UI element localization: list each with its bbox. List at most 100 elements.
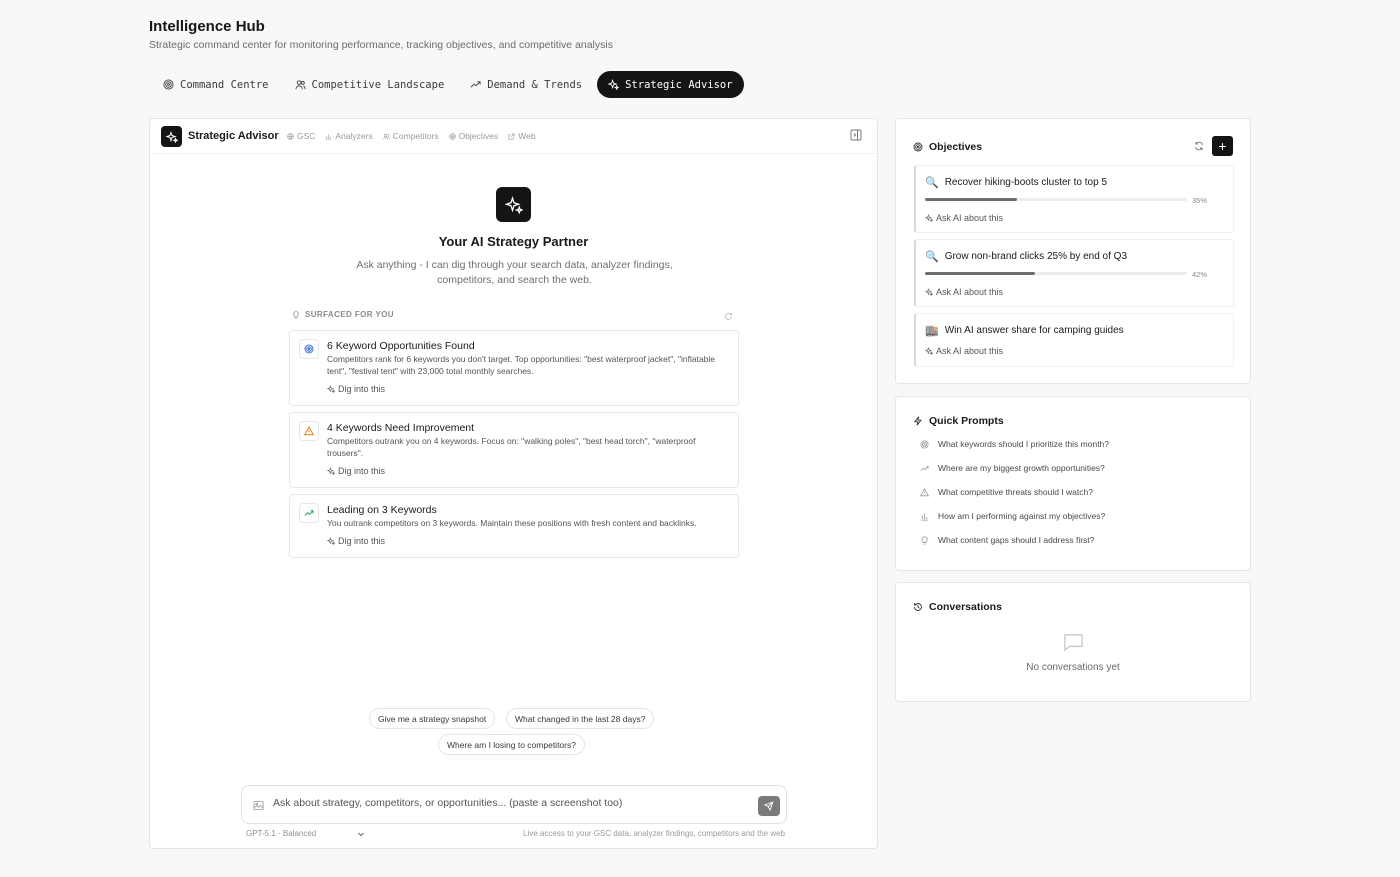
progress-fill bbox=[925, 198, 1017, 201]
progress-fill bbox=[925, 272, 1036, 275]
quick-prompt-item[interactable]: Where are my biggest growth opportunitie… bbox=[920, 463, 1105, 473]
quick-prompt-item[interactable]: What competitive threats should I watch? bbox=[920, 487, 1093, 497]
objective-progress-bar bbox=[925, 272, 1187, 275]
source-chip-web: Web bbox=[508, 131, 536, 141]
quick-prompt-item[interactable]: What content gaps should I address first… bbox=[920, 535, 1094, 545]
send-button[interactable] bbox=[758, 796, 780, 816]
objective-card[interactable]: 🔍 Grow non-brand clicks 25% by end of Q3… bbox=[914, 239, 1234, 307]
trending-up-icon bbox=[304, 510, 314, 516]
insight-description: Competitors rank for 6 keywords you don'… bbox=[327, 354, 716, 376]
insight-title: 4 Keywords Need Improvement bbox=[327, 422, 475, 434]
target-icon bbox=[163, 79, 174, 90]
trending-up-icon bbox=[470, 81, 481, 88]
history-icon bbox=[914, 603, 922, 611]
send-icon bbox=[764, 801, 774, 811]
tab-competitive-landscape[interactable]: Competitive Landscape bbox=[284, 71, 456, 98]
ask-ai-button[interactable]: Ask AI about this bbox=[925, 287, 1003, 297]
access-note: Live access to your GSC data, analyzer f… bbox=[523, 829, 785, 838]
quick-prompts-title: Quick Prompts bbox=[913, 415, 1004, 427]
hero-subtitle: Ask anything - I can dig through your se… bbox=[356, 259, 673, 286]
insight-card[interactable]: Leading on 3 Keywords You outrank compet… bbox=[289, 494, 739, 558]
objective-card[interactable]: 🏬 Win AI answer share for camping guides… bbox=[914, 313, 1234, 367]
insight-title: Leading on 3 Keywords bbox=[327, 504, 437, 516]
quick-prompt-item[interactable]: How am I performing against my objective… bbox=[920, 511, 1105, 521]
refresh-icon[interactable] bbox=[724, 312, 733, 321]
warning-icon bbox=[304, 426, 314, 436]
chat-input[interactable] bbox=[273, 794, 753, 812]
advisor-panel: Strategic Advisor GSC Analyzers Competit… bbox=[149, 118, 878, 849]
hero-icon bbox=[496, 187, 531, 222]
dig-into-this-button[interactable]: Dig into this bbox=[327, 384, 385, 394]
tab-command-centre[interactable]: Command Centre bbox=[152, 71, 280, 98]
bar-chart-icon bbox=[920, 512, 929, 521]
source-chip-analyzers: Analyzers bbox=[325, 131, 373, 141]
objective-progress-label: 42% bbox=[1192, 270, 1208, 279]
conversations-title: Conversations bbox=[913, 601, 1002, 613]
objective-title: 🏬 Win AI answer share for camping guides bbox=[925, 325, 1124, 337]
suggestion-chip[interactable]: What changed in the last 28 days? bbox=[506, 708, 655, 729]
tab-label: Demand & Trends bbox=[487, 78, 583, 91]
refresh-icon[interactable] bbox=[1194, 141, 1204, 151]
tab-bar: Command Centre Competitive Landscape Dem… bbox=[152, 71, 744, 99]
objective-emoji: 🔍 bbox=[925, 251, 939, 263]
insight-card[interactable]: 6 Keyword Opportunities Found Competitor… bbox=[289, 330, 739, 406]
source-chip-competitors: Competitors bbox=[383, 131, 439, 141]
tab-label: Strategic Advisor bbox=[625, 78, 733, 91]
chat-bubble-icon bbox=[1064, 634, 1083, 652]
chevron-down-icon[interactable] bbox=[357, 830, 365, 838]
sparkles-icon bbox=[327, 467, 335, 475]
globe-icon bbox=[287, 132, 294, 140]
collapse-panel-icon[interactable] bbox=[850, 129, 862, 141]
ask-ai-button[interactable]: Ask AI about this bbox=[925, 213, 1003, 223]
ask-ai-button[interactable]: Ask AI about this bbox=[925, 346, 1003, 356]
page-title: Intelligence Hub bbox=[149, 18, 265, 35]
quick-prompts-panel: Quick Prompts What keywords should I pri… bbox=[895, 396, 1251, 571]
insight-description: You outrank competitors on 3 keywords. M… bbox=[327, 518, 697, 528]
insight-icon bbox=[299, 503, 319, 523]
advisor-title: Strategic Advisor bbox=[188, 130, 279, 142]
suggestion-chip[interactable]: Where am I losing to competitors? bbox=[438, 734, 585, 755]
lightbulb-icon bbox=[293, 310, 299, 319]
tab-strategic-advisor[interactable]: Strategic Advisor bbox=[597, 71, 744, 98]
objective-title: 🔍 Recover hiking-boots cluster to top 5 bbox=[925, 177, 1108, 189]
sparkles-icon bbox=[504, 195, 523, 214]
sparkles-icon bbox=[327, 537, 335, 545]
objectives-title: Objectives bbox=[913, 141, 982, 153]
quick-prompt-item[interactable]: What keywords should I prioritize this m… bbox=[920, 439, 1109, 449]
sparkles-icon bbox=[327, 385, 335, 393]
add-objective-button[interactable]: + bbox=[1212, 136, 1233, 156]
insight-icon bbox=[299, 339, 319, 359]
objectives-panel: Objectives + 🔍 Recover hiking-boots clus… bbox=[895, 118, 1251, 384]
source-chip-objectives: Objectives bbox=[448, 131, 498, 141]
warning-icon bbox=[920, 487, 929, 496]
model-selector[interactable]: GPT-5.1 · Balanced bbox=[246, 829, 316, 838]
suggestion-chip[interactable]: Give me a strategy snapshot bbox=[369, 708, 496, 729]
trending-up-icon bbox=[920, 465, 929, 471]
source-chip-gsc: GSC bbox=[287, 131, 315, 141]
insight-card[interactable]: 4 Keywords Need Improvement Competitors … bbox=[289, 412, 739, 488]
dig-into-this-button[interactable]: Dig into this bbox=[327, 536, 385, 546]
objective-progress-bar bbox=[925, 198, 1187, 201]
target-icon bbox=[304, 344, 314, 354]
sparkles-icon bbox=[165, 130, 178, 143]
objective-card[interactable]: 🔍 Recover hiking-boots cluster to top 5 … bbox=[914, 165, 1234, 233]
target-icon bbox=[448, 132, 456, 140]
tab-label: Command Centre bbox=[180, 78, 269, 91]
target-icon bbox=[913, 142, 923, 152]
insight-description: Competitors outrank you on 4 keywords. F… bbox=[327, 436, 696, 458]
lightbulb-icon bbox=[921, 535, 928, 545]
users-icon bbox=[383, 133, 390, 139]
tab-demand-trends[interactable]: Demand & Trends bbox=[459, 71, 593, 98]
source-chips: GSC Analyzers Competitors Objectives Web bbox=[287, 131, 536, 141]
sparkles-icon bbox=[925, 214, 933, 222]
page-subtitle: Strategic command center for monitoring … bbox=[149, 39, 613, 51]
objective-progress-label: 35% bbox=[1192, 196, 1208, 205]
image-attach-icon[interactable] bbox=[253, 800, 264, 811]
users-icon bbox=[294, 80, 306, 90]
tab-label: Competitive Landscape bbox=[311, 78, 445, 91]
external-link-icon bbox=[508, 133, 515, 139]
sparkles-icon bbox=[925, 288, 933, 296]
dig-into-this-button[interactable]: Dig into this bbox=[327, 466, 385, 476]
advisor-header: Strategic Advisor GSC Analyzers Competit… bbox=[150, 119, 877, 154]
objective-emoji: 🏬 bbox=[925, 325, 939, 337]
